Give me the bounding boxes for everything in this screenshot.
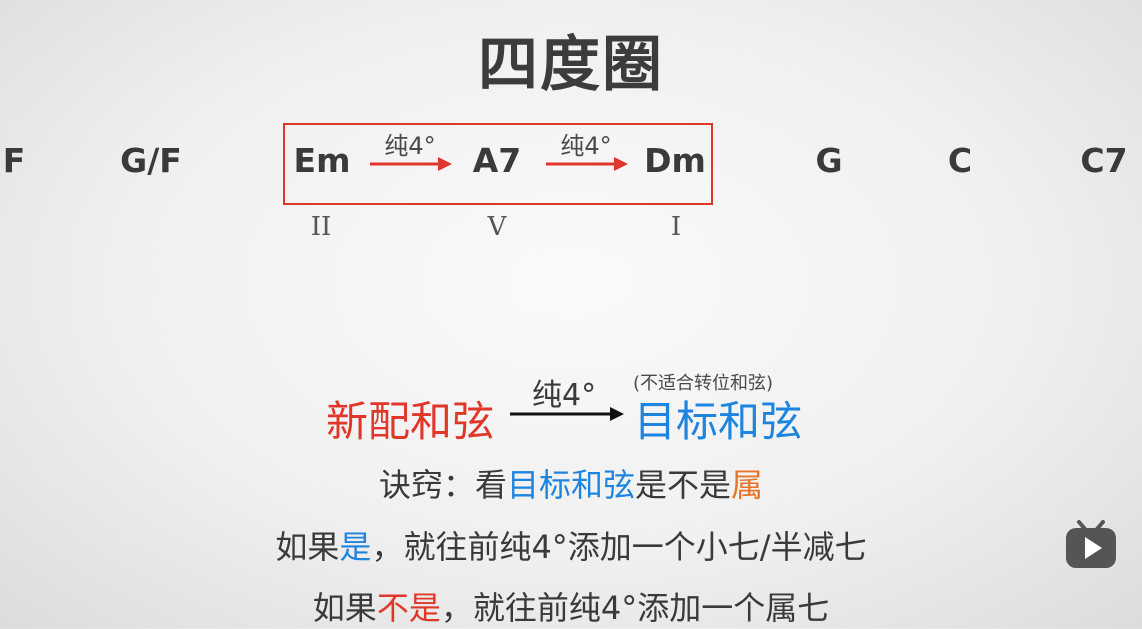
roman-numeral-i: I <box>670 212 682 242</box>
target-chord-label: 目标和弦 <box>634 397 803 446</box>
if-yes-prefix: 如果 <box>275 528 340 566</box>
chord-g-over-f: G/F <box>120 141 182 180</box>
if-yes-rest: ，就往前纯4°添加一个小七/半减七 <box>371 528 867 566</box>
roman-numeral-v: V <box>487 212 507 242</box>
roman-numeral-ii: II <box>310 212 332 242</box>
progression-highlight-box <box>283 123 713 205</box>
if-yes-line: 如果是，就往前纯4°添加一个小七/半减七 <box>0 522 1142 568</box>
red-arrow-a7-dm-icon <box>546 157 628 171</box>
tip-middle: 是不是 <box>635 466 732 504</box>
chord-c: C <box>947 141 973 180</box>
chord-c7: C7 <box>1080 141 1128 180</box>
chord-g: G <box>815 141 843 180</box>
red-arrow-em-a7-icon <box>370 157 452 171</box>
black-arrow-icon <box>510 407 624 421</box>
if-no-line: 如果不是，就往前纯4°添加一个属七 <box>0 583 1142 629</box>
if-yes-highlight: 是 <box>339 528 372 566</box>
bilibili-play-icon[interactable] <box>1065 520 1117 568</box>
tip-prefix: 诀窍：看 <box>378 466 507 504</box>
tip-target-chord: 目标和弦 <box>506 466 635 504</box>
page-title: 四度圈 <box>478 30 664 100</box>
chord-f: F <box>2 141 26 180</box>
tip-line: 诀窍：看目标和弦是不是属 <box>0 460 1142 506</box>
new-chord-label: 新配和弦 <box>326 397 495 446</box>
if-no-prefix: 如果 <box>312 589 377 627</box>
tip-dominant: 属 <box>731 466 764 504</box>
if-no-highlight: 不是 <box>376 589 441 627</box>
if-no-rest: ，就往前纯4°添加一个属七 <box>440 589 830 627</box>
